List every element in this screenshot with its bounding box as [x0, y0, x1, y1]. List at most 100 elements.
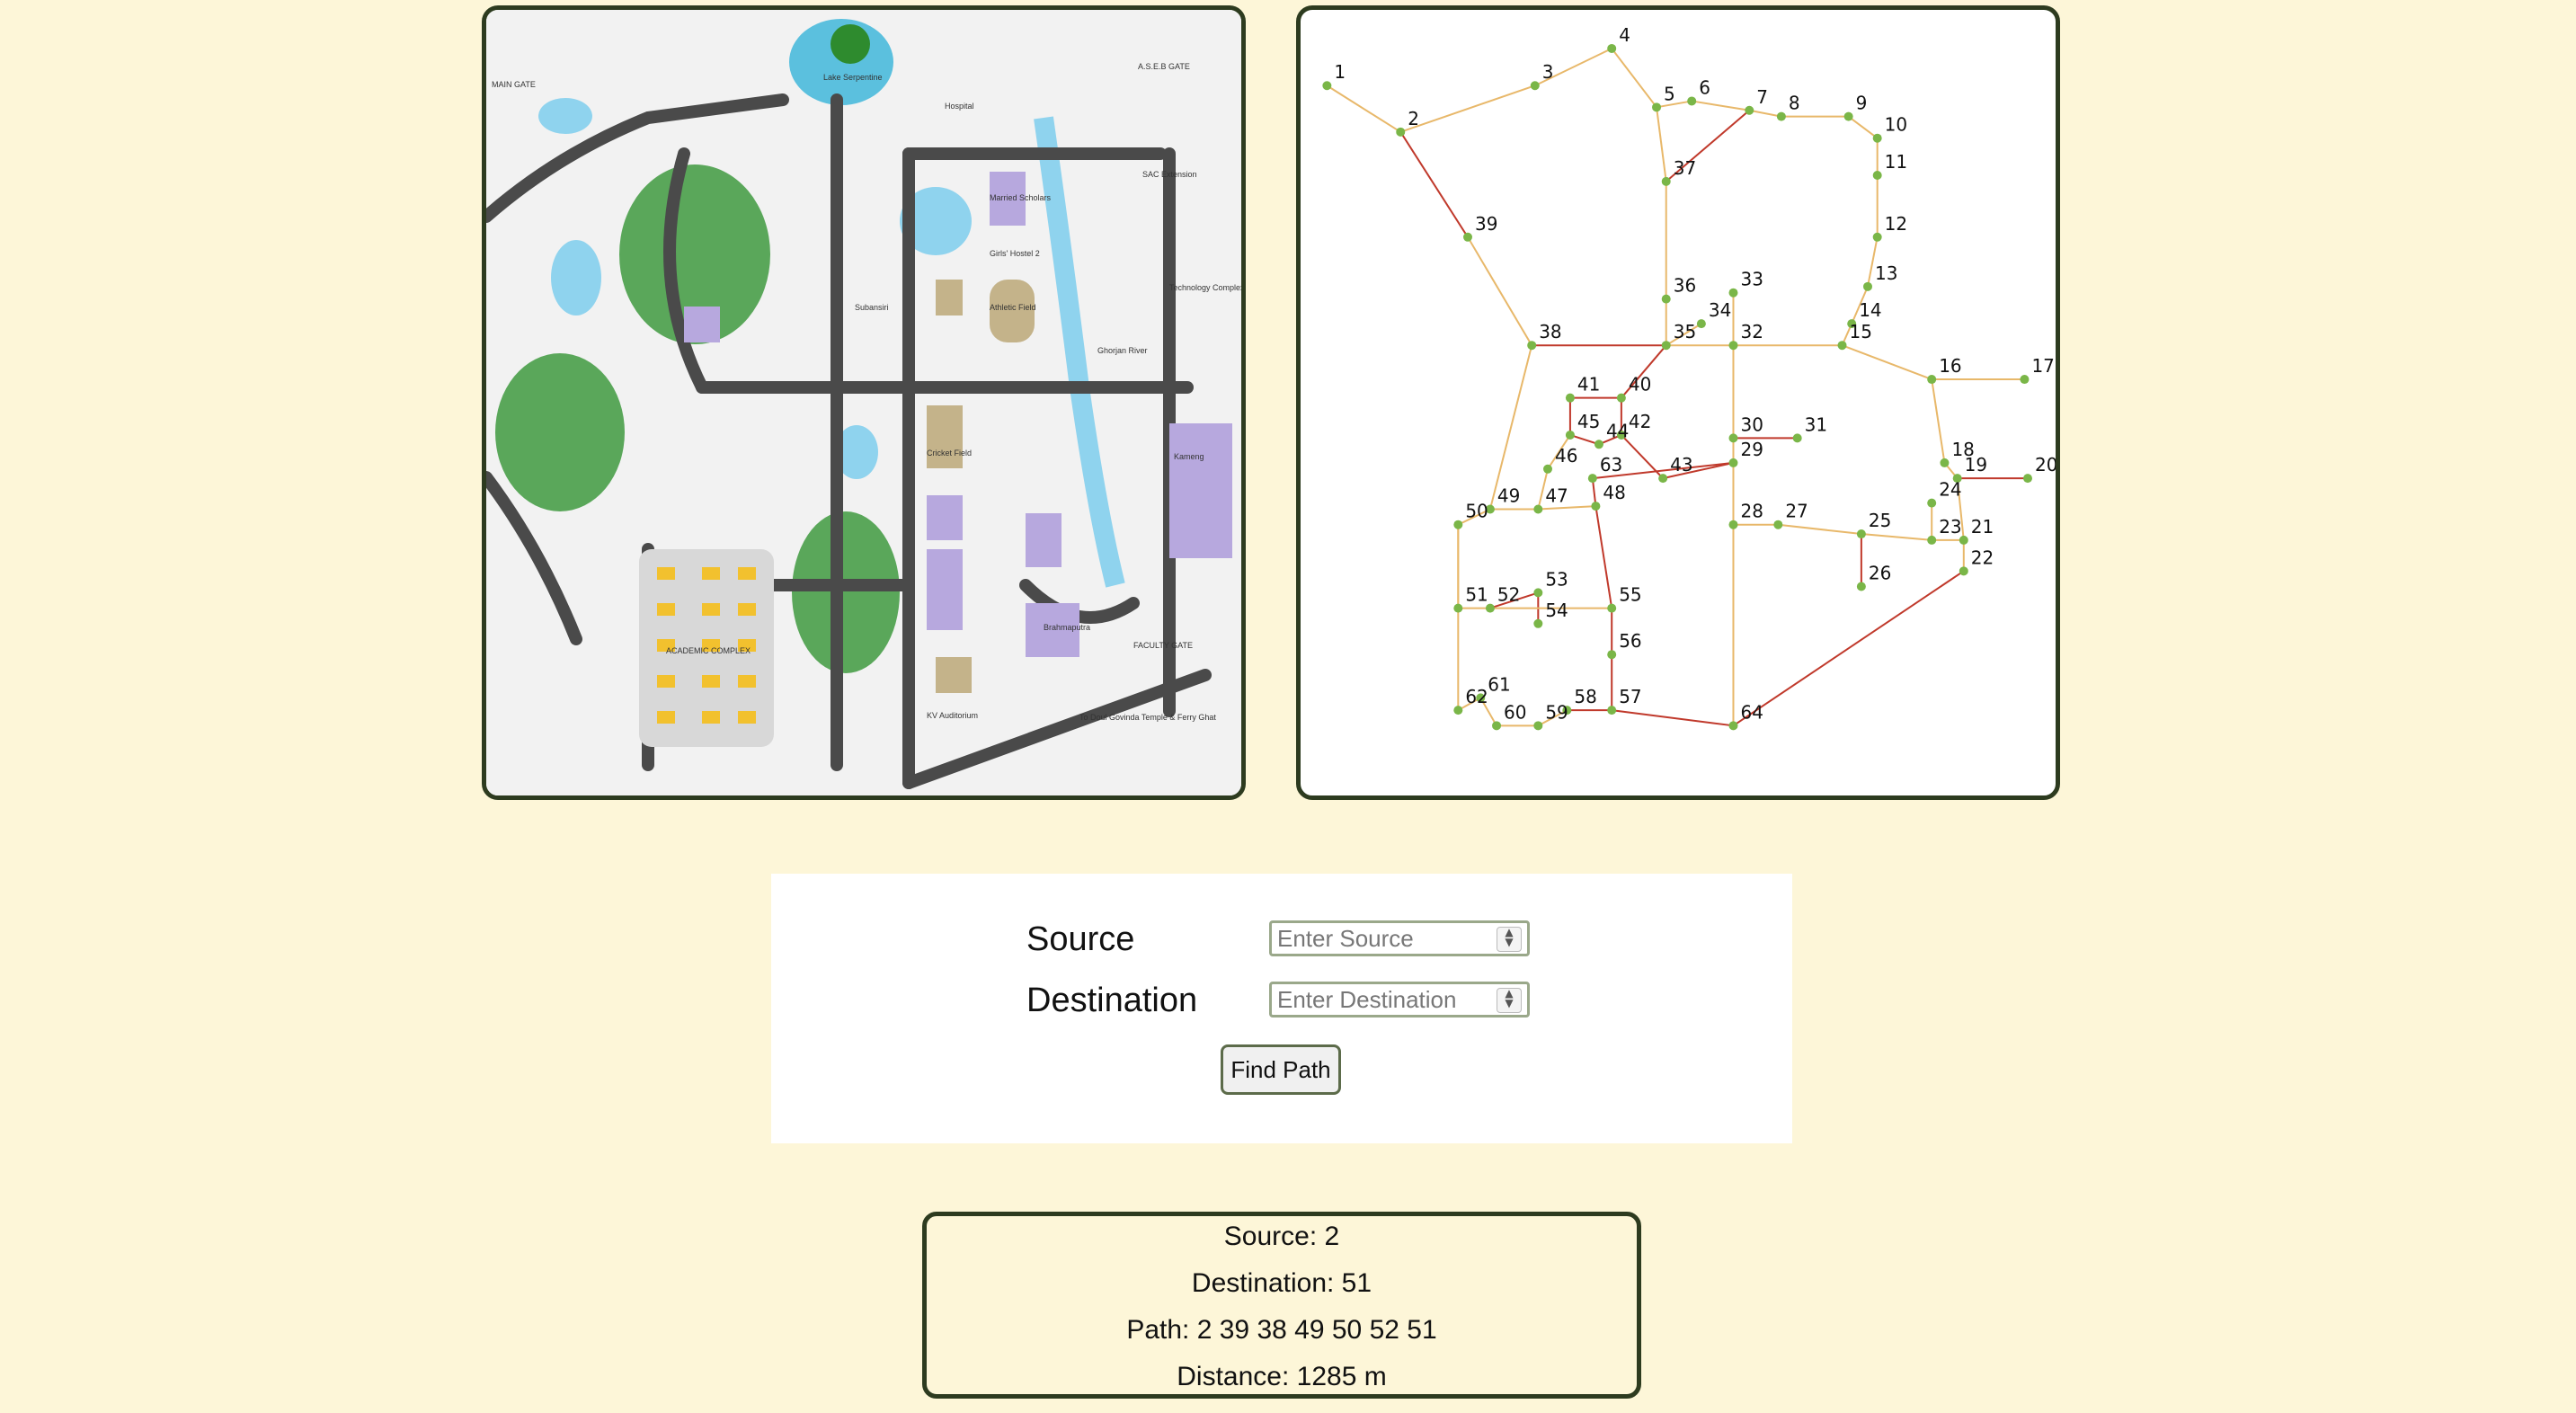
graph-node-label-54: 54: [1545, 600, 1568, 621]
girls-hostel-label: Girls' Hostel 2: [990, 249, 1040, 258]
subansiri-label: Subansiri: [855, 303, 889, 312]
graph-node-label-5: 5: [1664, 83, 1675, 104]
graph-node-11: [1872, 171, 1882, 180]
graph-node-48: [1591, 502, 1601, 511]
graph-node-44: [1594, 440, 1603, 449]
graph-node-29: [1728, 458, 1738, 467]
hospital-label: Hospital: [945, 102, 974, 111]
graph-node-label-15: 15: [1850, 321, 1872, 342]
source-stepper[interactable]: ▲ ▼: [1497, 927, 1522, 952]
graph-node-28: [1728, 520, 1738, 529]
graph-edge-15-16: [1842, 344, 1932, 380]
graph-edge-57-64: [1612, 709, 1734, 727]
graph-edge-39-2: [1399, 131, 1469, 238]
result-box: Source: 2 Destination: 51 Path: 2 39 38 …: [922, 1212, 1641, 1399]
graph-node-41: [1565, 393, 1575, 403]
result-destination: Destination: 51: [1191, 1268, 1372, 1298]
ghorjan-label: Ghorjan River: [1097, 346, 1148, 355]
graph-node-2: [1396, 127, 1406, 137]
graph-edge-38-39: [1467, 236, 1533, 346]
graph-edge-1-2: [1326, 84, 1401, 133]
graph-node-label-10: 10: [1885, 114, 1907, 136]
source-field[interactable]: ▲▼: [1269, 920, 1530, 956]
graph-edge-7-8: [1749, 109, 1782, 118]
graph-edge-23-25: [1861, 533, 1932, 541]
graph-node-39: [1463, 232, 1472, 242]
graph-edge-44-45: [1569, 434, 1600, 446]
graph-node-47: [1533, 504, 1543, 514]
graph-node-label-3: 3: [1542, 61, 1554, 83]
graph-edge-2-3: [1399, 84, 1536, 133]
graph-node-label-33: 33: [1740, 269, 1763, 290]
graph-node-label-31: 31: [1805, 413, 1827, 435]
graph-node-56: [1607, 650, 1617, 660]
graph-node-20: [2023, 474, 2032, 484]
graph-node-55: [1607, 603, 1617, 613]
destination-input[interactable]: [1272, 984, 1495, 1015]
athletic-label: Athletic Field: [990, 303, 1036, 312]
graph-node-4: [1607, 43, 1617, 53]
graph-node-53: [1533, 588, 1543, 598]
manas-label: Married Scholars: [990, 193, 1052, 202]
main-gate-label: MAIN GATE: [492, 80, 536, 89]
graph-node-label-41: 41: [1577, 374, 1600, 395]
graph-node-label-45: 45: [1577, 411, 1600, 432]
campus-graph: 12345 6 7 8 910111213141516 171819 20212223242…: [1322, 24, 2056, 731]
graph-edge-6-7: [1692, 100, 1750, 111]
graph-node-label-24: 24: [1939, 479, 1961, 501]
path-form: Source ▲▼ Destination ▲▼ Find Path: [771, 874, 1792, 1143]
graph-node-3: [1530, 81, 1540, 91]
graph-node-52: [1485, 603, 1495, 613]
graph-node-label-28: 28: [1740, 501, 1763, 522]
graph-edge-4-5: [1611, 48, 1657, 108]
graph-node-62: [1453, 706, 1463, 715]
graph-edge-37-5: [1656, 107, 1667, 182]
graph-node-label-52: 52: [1497, 584, 1520, 606]
graph-node-7: [1745, 105, 1754, 115]
graph-node-64: [1728, 721, 1738, 731]
cricket-label: Cricket Field: [927, 449, 972, 458]
graph-node-label-55: 55: [1619, 584, 1641, 606]
graph-node-label-26: 26: [1869, 563, 1891, 584]
lake-label: Lake Serpentine: [823, 73, 883, 82]
graph-node-59: [1533, 721, 1543, 731]
source-label: Source: [1026, 920, 1135, 958]
graph-node-45: [1565, 430, 1575, 440]
graph-node-label-35: 35: [1674, 321, 1696, 342]
graph-node-18: [1940, 458, 1950, 467]
graph-node-label-49: 49: [1497, 485, 1520, 507]
graph-node-label-58: 58: [1574, 686, 1596, 707]
graph-node-label-16: 16: [1939, 355, 1961, 377]
graph-node-label-19: 19: [1965, 454, 1987, 475]
find-path-button[interactable]: Find Path: [1221, 1044, 1341, 1095]
graph-node-8: [1776, 111, 1786, 121]
graph-node-label-38: 38: [1539, 321, 1561, 342]
graph-node-24: [1927, 498, 1937, 508]
graph-node-60: [1492, 721, 1502, 731]
source-input[interactable]: [1272, 923, 1495, 954]
campus-map-panel: Lake Serpentine Hospital A.S.E.B GATE FA…: [482, 5, 1246, 800]
result-source: Source: 2: [1223, 1222, 1340, 1251]
graph-node-label-43: 43: [1670, 454, 1692, 475]
graph-node-33: [1728, 288, 1738, 298]
graph-edge-48-55: [1594, 505, 1613, 609]
destination-field[interactable]: ▲▼: [1269, 982, 1530, 1018]
graph-node-16: [1927, 375, 1937, 385]
campus-map: Lake Serpentine Hospital A.S.E.B GATE FA…: [486, 10, 1241, 795]
graph-node-label-27: 27: [1785, 501, 1808, 522]
result-distance: Distance: 1285 m: [1177, 1362, 1387, 1391]
kv-auditorium-label: KV Auditorium: [927, 711, 978, 720]
graph-node-label-40: 40: [1629, 374, 1651, 395]
graph-node-label-30: 30: [1740, 413, 1763, 435]
graph-node-label-46: 46: [1555, 445, 1577, 467]
graph-node-25: [1856, 529, 1866, 539]
result-path: Path: 2 39 38 49 50 52 51: [1126, 1315, 1437, 1345]
destination-stepper[interactable]: ▲ ▼: [1497, 988, 1522, 1013]
technology-complex-label: Technology Complex: [1169, 283, 1241, 292]
graph-node-38: [1527, 341, 1537, 351]
graph-node-23: [1927, 535, 1937, 545]
graph-node-label-56: 56: [1619, 630, 1641, 652]
graph-edge-25-27: [1778, 523, 1861, 536]
graph-node-5: [1652, 102, 1662, 112]
sac-ext-label: SAC Extension: [1142, 170, 1197, 179]
